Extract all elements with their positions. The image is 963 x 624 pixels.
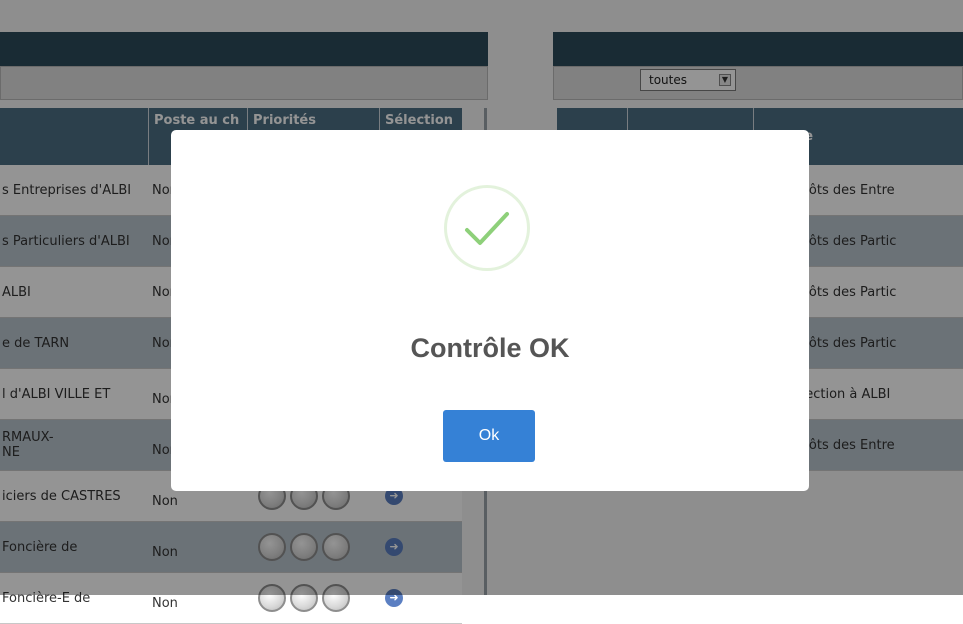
check-icon — [444, 185, 530, 271]
success-dialog: Contrôle OK Ok — [171, 130, 809, 491]
dialog-title: Contrôle OK — [410, 333, 570, 363]
ok-button[interactable]: Ok — [443, 410, 535, 462]
